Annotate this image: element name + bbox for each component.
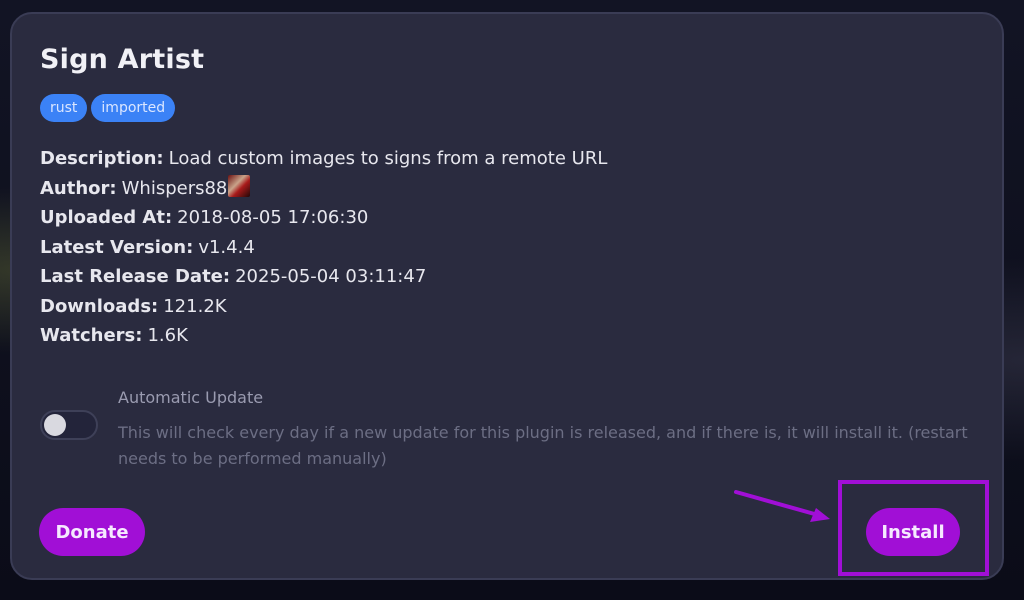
author-avatar (228, 175, 251, 197)
latest-version-value: v1.4.4 (198, 236, 255, 258)
description-value: Load custom images to signs from a remot… (168, 148, 608, 169)
detail-author: Author: Whispers88 (40, 174, 607, 204)
author-value: Whispers88 (121, 177, 228, 199)
auto-update-label: Automatic Update (118, 388, 264, 407)
detail-label: Last Release Date: (40, 266, 231, 287)
uploaded-at-value: 2018-08-05 17:06:30 (177, 207, 369, 228)
detail-last-release-date: Last Release Date: 2025-05-04 03:11:47 (40, 262, 607, 292)
watchers-value: 1.6K (147, 325, 188, 346)
downloads-value: 121.2K (163, 295, 227, 317)
detail-label: Watchers: (40, 325, 143, 346)
tag-rust: rust (40, 94, 88, 122)
detail-label: Description: (40, 148, 164, 169)
detail-downloads: Downloads: 121.2K (40, 292, 607, 322)
plugin-card: Sign Artist rust imported Description: Lo… (10, 12, 1004, 580)
detail-watchers: Watchers: 1.6K (40, 321, 607, 351)
toggle-knob (44, 414, 66, 436)
detail-uploaded-at: Uploaded At: 2018-08-05 17:06:30 (40, 203, 607, 233)
install-button[interactable]: Install (866, 508, 960, 556)
detail-label: Uploaded At: (40, 207, 173, 228)
detail-latest-version: Latest Version: v1.4.4 (40, 233, 607, 263)
tag-list: rust imported (40, 94, 176, 122)
detail-label: Author: (40, 177, 117, 199)
tag-imported: imported (91, 94, 176, 122)
detail-description: Description: Load custom images to signs … (40, 144, 607, 174)
detail-label: Latest Version: (40, 236, 194, 258)
last-release-date-value: 2025-05-04 03:11:47 (235, 266, 427, 287)
detail-label: Downloads: (40, 295, 159, 317)
donate-button[interactable]: Donate (39, 508, 145, 556)
plugin-details: Description: Load custom images to signs … (40, 144, 607, 351)
auto-update-toggle[interactable] (40, 410, 98, 440)
auto-update-description: This will check every day if a new updat… (118, 423, 968, 468)
plugin-title: Sign Artist (40, 44, 205, 75)
